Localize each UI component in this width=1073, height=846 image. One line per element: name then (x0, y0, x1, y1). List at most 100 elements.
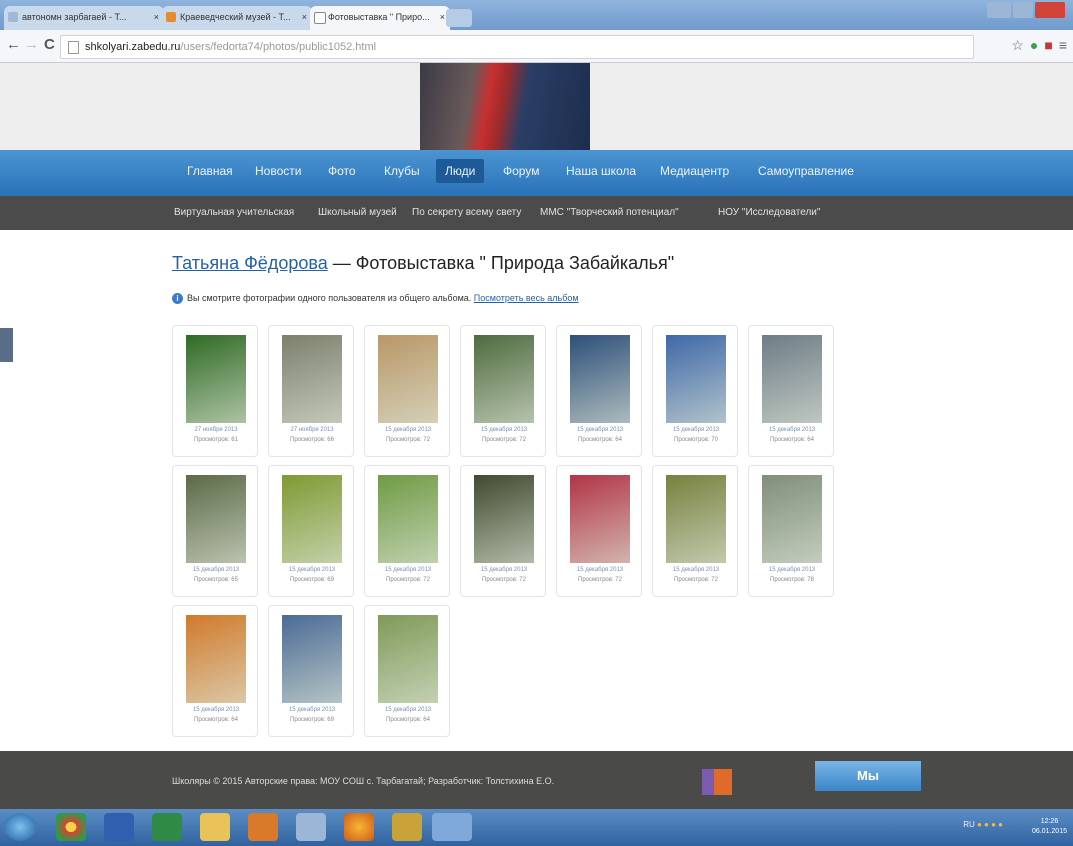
nav-item-selfgov[interactable]: Самоуправление (758, 164, 854, 178)
excel-taskbar-icon[interactable] (152, 813, 182, 841)
subnav-item[interactable]: Виртуальная учительская (174, 207, 294, 218)
window-controls (985, 2, 1065, 20)
partner-logo[interactable] (702, 769, 732, 795)
address-bar: ← → C shkolyari.zabedu.ru/users/fedorta7… (0, 30, 1073, 63)
minimize-button[interactable] (987, 2, 1011, 18)
menu-icon[interactable]: ≡ (1059, 37, 1067, 53)
extension-icon[interactable]: ■ (1044, 37, 1052, 53)
extension-icon[interactable]: ● (1030, 37, 1038, 53)
browser-tab-bar: автономн зарбагаей - Т... × Краеведчески… (0, 0, 1073, 30)
chrome-taskbar-icon[interactable] (56, 813, 86, 841)
forward-arrow-icon[interactable]: → (24, 36, 39, 53)
calculator-taskbar-icon[interactable] (392, 813, 422, 841)
maximize-button[interactable] (1013, 2, 1033, 18)
browser-tab[interactable]: автономн зарбагаей - Т... × (4, 6, 164, 30)
photo-thumbnail[interactable] (666, 335, 726, 423)
photo-card[interactable]: 15 декабря 2013 Просмотров: 78 (748, 465, 834, 597)
photo-card[interactable]: 15 декабря 2013 Просмотров: 64 (748, 325, 834, 457)
photo-card[interactable]: 15 декабря 2013 Просмотров: 64 (172, 605, 258, 737)
photo-thumbnail[interactable] (186, 335, 246, 423)
start-button[interactable] (4, 813, 36, 841)
photo-thumbnail[interactable] (282, 335, 342, 423)
nav-item-people[interactable]: Люди (436, 159, 485, 183)
subnav-item[interactable]: ММС "Творческий потенциал" (540, 207, 679, 218)
photo-card[interactable]: 15 декабря 2013 Просмотров: 70 (652, 325, 738, 457)
author-link[interactable]: Татьяна Фёдорова (172, 253, 328, 273)
nav-item-main[interactable]: Главная (187, 164, 233, 178)
photo-views: Просмотров: 69 (290, 577, 334, 583)
language-indicator[interactable]: RU (963, 820, 975, 829)
system-tray: RU ● ● ● ● (963, 820, 1003, 829)
photo-thumbnail[interactable] (282, 615, 342, 703)
photo-thumbnail[interactable] (186, 475, 246, 563)
subnav-item[interactable]: Школьный музей (318, 207, 397, 218)
photo-thumbnail[interactable] (666, 475, 726, 563)
site-header (0, 63, 1073, 150)
photo-date: 27 ноября 2013 (290, 427, 334, 433)
paint-taskbar-icon[interactable] (296, 813, 326, 841)
close-window-button[interactable] (1035, 2, 1065, 18)
nav-item-media[interactable]: Медиацентр (660, 164, 729, 178)
photo-date: 15 декабря 2013 (576, 427, 624, 433)
photo-thumbnail[interactable] (378, 335, 438, 423)
info-icon: i (172, 293, 183, 304)
photo-card[interactable]: 15 декабря 2013 Просмотров: 64 (364, 605, 450, 737)
photo-card[interactable]: 15 декабря 2013 Просмотров: 72 (460, 465, 546, 597)
photo-card[interactable]: 15 декабря 2013 Просмотров: 72 (652, 465, 738, 597)
browser-tab-active[interactable]: Фотовыставка " Приро... × (310, 6, 450, 30)
new-tab-button[interactable] (446, 9, 472, 27)
photo-date: 15 декабря 2013 (480, 427, 528, 433)
tray-icons[interactable]: ● ● ● ● (977, 820, 1003, 829)
subnav-item[interactable]: НОУ "Исследователи" (718, 207, 820, 218)
photo-thumbnail[interactable] (570, 475, 630, 563)
photo-card[interactable]: 15 декабря 2013 Просмотров: 65 (172, 465, 258, 597)
view-album-link[interactable]: Посмотреть весь альбом (474, 293, 579, 303)
reload-icon[interactable]: C (44, 36, 55, 53)
nav-item-photo[interactable]: Фото (328, 164, 356, 178)
side-tab[interactable] (0, 328, 13, 362)
photo-thumbnail[interactable] (570, 335, 630, 423)
photo-thumbnail[interactable] (762, 475, 822, 563)
nav-item-clubs[interactable]: Клубы (384, 164, 420, 178)
url-host: shkolyari.zabedu.ru (85, 41, 181, 53)
photo-card[interactable]: 15 декабря 2013 Просмотров: 72 (364, 325, 450, 457)
nav-item-forum[interactable]: Форум (503, 164, 539, 178)
photo-card[interactable]: 15 декабря 2013 Просмотров: 72 (556, 465, 642, 597)
back-arrow-icon[interactable]: ← (6, 36, 21, 53)
url-input[interactable]: shkolyari.zabedu.ru/users/fedorta74/phot… (60, 35, 974, 59)
photo-thumbnail[interactable] (186, 615, 246, 703)
word-taskbar-icon[interactable] (104, 813, 134, 841)
firefox-taskbar-icon[interactable] (344, 813, 374, 841)
page-icon (314, 12, 326, 24)
photo-date: 15 декабря 2013 (384, 567, 432, 573)
photo-card[interactable]: 15 декабря 2013 Просмотров: 72 (364, 465, 450, 597)
nav-item-news[interactable]: Новости (255, 164, 301, 178)
folder-taskbar-icon[interactable] (200, 813, 230, 841)
browser-tab[interactable]: Краеведческий музей - Т... × (162, 6, 312, 30)
photo-thumbnail[interactable] (378, 615, 438, 703)
photo-card[interactable]: 15 декабря 2013 Просмотров: 72 (460, 325, 546, 457)
star-icon[interactable]: ☆ (1011, 37, 1024, 53)
photo-thumbnail[interactable] (474, 475, 534, 563)
info-notice: i Вы смотрите фотографии одного пользоват… (172, 293, 579, 304)
nav-item-school[interactable]: Наша школа (566, 164, 636, 178)
media-taskbar-icon[interactable] (248, 813, 278, 841)
photo-thumbnail[interactable] (762, 335, 822, 423)
photo-thumbnail[interactable] (474, 335, 534, 423)
photo-thumbnail[interactable] (378, 475, 438, 563)
photo-card[interactable]: 15 декабря 2013 Просмотров: 69 (268, 465, 354, 597)
clock[interactable]: 12:26 06.01.2015 (1032, 817, 1067, 837)
close-tab-icon[interactable]: × (154, 6, 159, 28)
photo-date: 15 декабря 2013 (288, 707, 336, 713)
photo-card[interactable]: 15 декабря 2013 Просмотров: 64 (556, 325, 642, 457)
close-tab-icon[interactable]: × (440, 6, 445, 28)
photo-card[interactable]: 27 ноября 2013 Просмотров: 66 (268, 325, 354, 457)
photo-card[interactable]: 27 ноября 2013 Просмотров: 61 (172, 325, 258, 457)
close-tab-icon[interactable]: × (302, 6, 307, 28)
site-footer: Школяры © 2015 Авторские права: МОУ СОШ … (0, 751, 1073, 813)
photo-thumbnail[interactable] (282, 475, 342, 563)
chrome-active-taskbar-icon[interactable] (432, 813, 472, 841)
photo-card[interactable]: 15 декабря 2013 Просмотров: 69 (268, 605, 354, 737)
subnav-item[interactable]: По секрету всему свету (412, 207, 521, 218)
we-button[interactable]: Мы (815, 761, 921, 791)
